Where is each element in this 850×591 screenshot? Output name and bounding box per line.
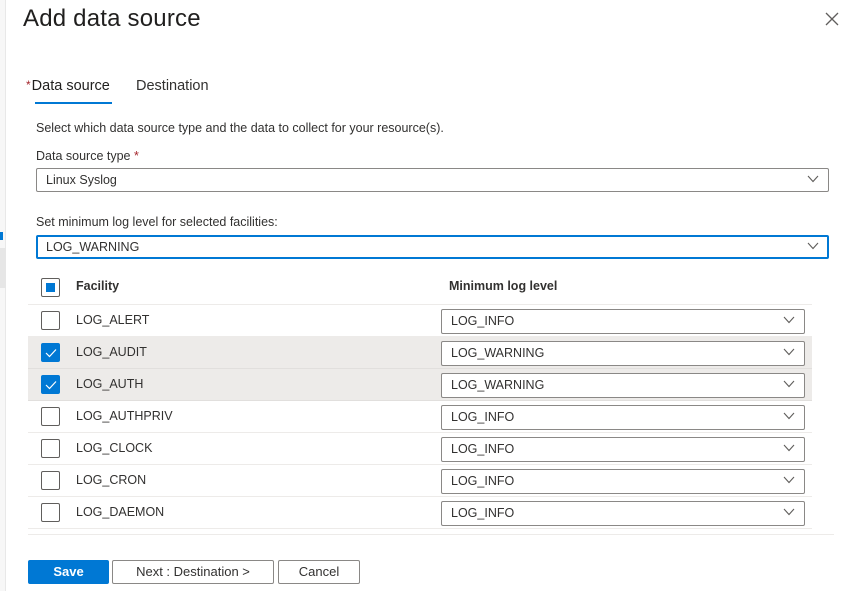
chevron-down-icon — [783, 444, 795, 452]
log-level-value: LOG_WARNING — [451, 346, 545, 360]
save-button[interactable]: Save — [28, 560, 109, 584]
table-row[interactable]: LOG_CLOCK LOG_INFO — [28, 433, 812, 465]
chevron-down-icon — [783, 348, 795, 356]
close-icon — [825, 12, 839, 26]
form-description: Select which data source type and the da… — [36, 121, 444, 135]
chevron-down-icon — [783, 508, 795, 516]
data-source-type-dropdown[interactable]: Linux Syslog — [36, 168, 829, 192]
panel-title: Add data source — [23, 5, 201, 32]
column-header-min-log-level: Minimum log level — [449, 279, 558, 293]
table-row[interactable]: LOG_CRON LOG_INFO — [28, 465, 812, 497]
log-level-value: LOG_WARNING — [451, 378, 545, 392]
required-marker: * — [26, 78, 31, 92]
chevron-down-icon — [783, 476, 795, 484]
facility-name: LOG_ALERT — [76, 313, 150, 327]
data-source-type-label-text: Data source type — [36, 149, 131, 163]
row-checkbox[interactable] — [41, 407, 60, 426]
row-checkbox[interactable] — [41, 503, 60, 522]
select-all-checkbox[interactable] — [41, 278, 60, 297]
facility-name: LOG_AUDIT — [76, 345, 147, 359]
table-row[interactable]: LOG_ALERT LOG_INFO — [28, 305, 812, 337]
indeterminate-indicator — [46, 283, 55, 292]
close-button[interactable] — [823, 10, 841, 28]
row-checkbox[interactable] — [41, 439, 60, 458]
data-source-type-label: Data source type * — [36, 149, 139, 163]
log-level-dropdown[interactable]: LOG_INFO — [441, 405, 805, 430]
min-log-level-dropdown[interactable]: LOG_WARNING — [36, 235, 829, 259]
row-checkbox[interactable] — [41, 343, 60, 362]
background-nav-accent — [0, 232, 3, 240]
column-header-facility: Facility — [76, 279, 120, 293]
checkmark-icon — [45, 349, 57, 358]
required-marker: * — [133, 149, 139, 163]
chevron-down-icon — [783, 412, 795, 420]
table-row[interactable]: LOG_DAEMON LOG_INFO — [28, 497, 812, 529]
chevron-down-icon — [783, 380, 795, 388]
log-level-dropdown[interactable]: LOG_INFO — [441, 501, 805, 526]
chevron-down-icon — [807, 175, 819, 183]
facility-table: Facility Minimum log level LOG_ALERT LOG_… — [28, 270, 812, 529]
chevron-down-icon — [783, 316, 795, 324]
tab-data-source[interactable]: *Data source — [26, 78, 112, 104]
log-level-dropdown[interactable]: LOG_INFO — [441, 469, 805, 494]
facility-name: LOG_CLOCK — [76, 441, 153, 455]
log-level-value: LOG_INFO — [451, 314, 515, 328]
table-body: LOG_ALERT LOG_INFO LOG_AUDIT LOG_WARNING LOG… — [28, 305, 812, 529]
cancel-button[interactable]: Cancel — [278, 560, 360, 584]
facility-name: LOG_AUTHPRIV — [76, 409, 173, 423]
tab-data-source-label: Data source — [31, 78, 110, 94]
facility-name: LOG_CRON — [76, 473, 147, 487]
row-checkbox[interactable] — [41, 311, 60, 330]
log-level-value: LOG_INFO — [451, 506, 515, 520]
log-level-value: LOG_INFO — [451, 410, 515, 424]
next-destination-button[interactable]: Next : Destination > — [112, 560, 274, 584]
footer-divider — [28, 534, 834, 535]
chevron-down-icon — [807, 242, 819, 250]
min-log-level-value: LOG_WARNING — [46, 240, 140, 254]
log-level-dropdown[interactable]: LOG_WARNING — [441, 341, 805, 366]
facility-name: LOG_DAEMON — [76, 505, 165, 519]
row-checkbox[interactable] — [41, 471, 60, 490]
table-row[interactable]: LOG_AUTHPRIV LOG_INFO — [28, 401, 812, 433]
facility-name: LOG_AUTH — [76, 377, 144, 391]
add-data-source-panel: Add data source *Data source Destination… — [6, 0, 850, 591]
min-log-level-label: Set minimum log level for selected facil… — [36, 215, 278, 229]
log-level-dropdown[interactable]: LOG_WARNING — [441, 373, 805, 398]
checkmark-icon — [45, 381, 57, 390]
table-row[interactable]: LOG_AUTH LOG_WARNING — [28, 369, 812, 401]
log-level-value: LOG_INFO — [451, 474, 515, 488]
active-tab-indicator — [35, 102, 112, 104]
data-source-type-value: Linux Syslog — [46, 173, 117, 187]
table-row[interactable]: LOG_AUDIT LOG_WARNING — [28, 337, 812, 369]
table-header: Facility Minimum log level — [28, 270, 812, 305]
tab-destination[interactable]: Destination — [136, 78, 209, 94]
log-level-dropdown[interactable]: LOG_INFO — [441, 309, 805, 334]
log-level-value: LOG_INFO — [451, 442, 515, 456]
row-checkbox[interactable] — [41, 375, 60, 394]
log-level-dropdown[interactable]: LOG_INFO — [441, 437, 805, 462]
tab-destination-label: Destination — [136, 78, 209, 94]
